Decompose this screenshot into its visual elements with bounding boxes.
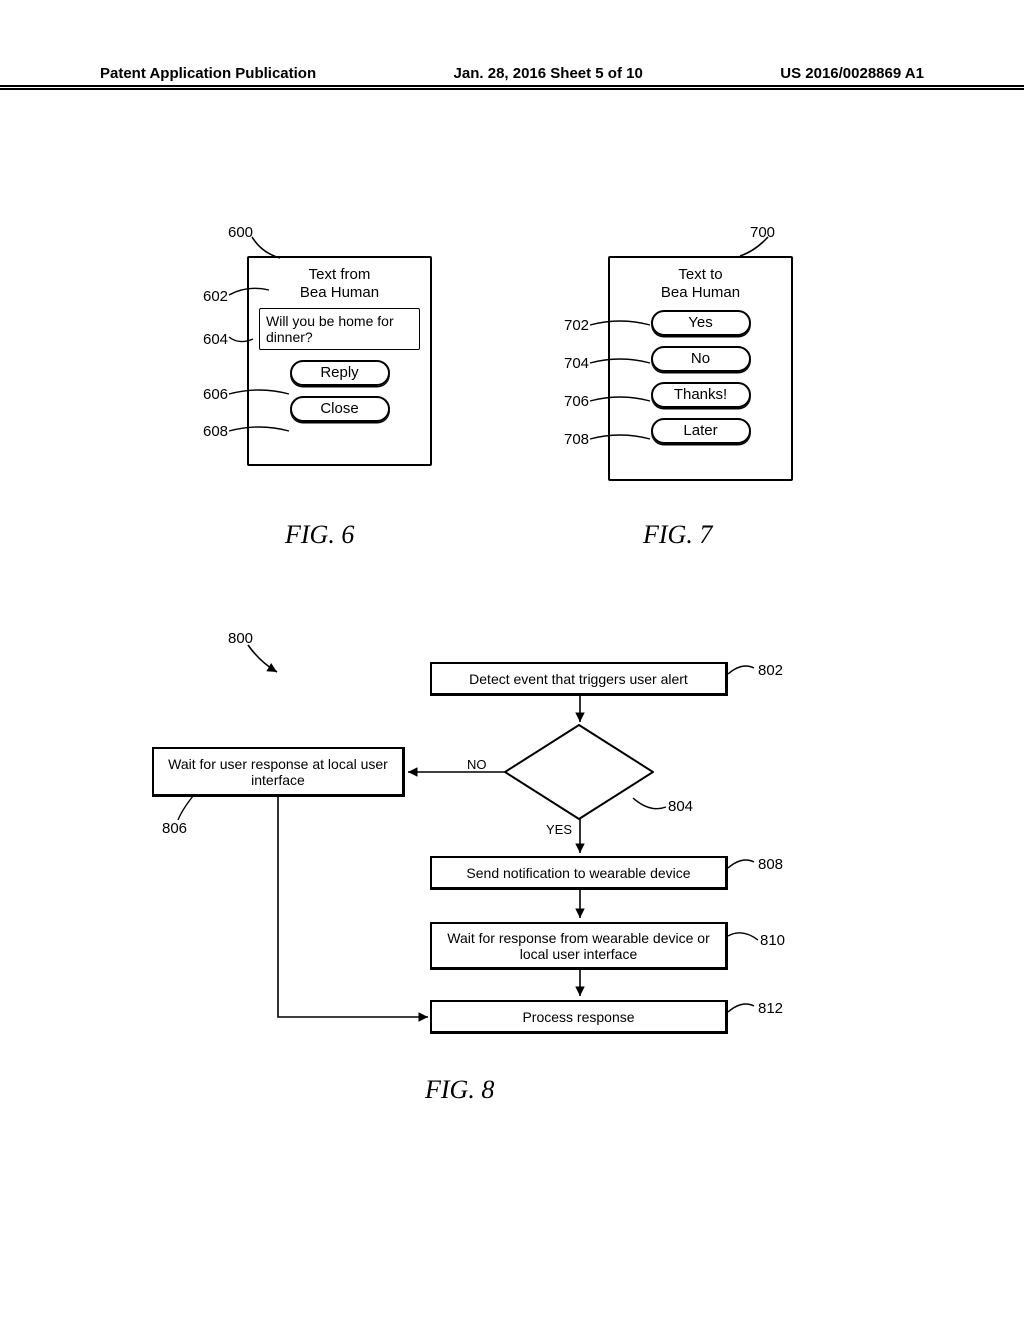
fig6-title-line2: Bea Human: [300, 284, 379, 301]
ref-706: 706: [564, 393, 589, 410]
leader-800: [245, 642, 285, 677]
page-header: Patent Application Publication Jan. 28, …: [0, 85, 1024, 90]
reply-button[interactable]: Reply: [290, 360, 390, 386]
fig6-caption: FIG. 6: [285, 520, 354, 550]
fig7-caption: FIG. 7: [643, 520, 712, 550]
ref-802: 802: [758, 662, 783, 679]
ref-604: 604: [203, 331, 228, 348]
fig7-title-line1: Text to: [678, 266, 722, 283]
leader-604: [229, 333, 253, 345]
fig6-title-line1: Text from: [309, 266, 371, 283]
ref-704: 704: [564, 355, 589, 372]
ref-808: 808: [758, 856, 783, 873]
leader-804: [630, 795, 670, 815]
arrow-no: [405, 767, 508, 777]
fig8-flowchart: 800 Detect event that triggers user aler…: [0, 630, 1024, 1190]
leader-812: [728, 1004, 758, 1022]
leader-810: [728, 930, 760, 946]
ref-600: 600: [228, 224, 253, 241]
leader-704: [590, 359, 650, 371]
leader-606: [229, 390, 289, 402]
leader-700: [740, 233, 770, 258]
thanks-button[interactable]: Thanks!: [651, 382, 751, 408]
arrow-806-812: [273, 797, 438, 1027]
leader-708: [590, 435, 650, 447]
fig8-caption: FIG. 8: [425, 1075, 494, 1105]
label-yes: YES: [546, 822, 572, 837]
ref-806: 806: [162, 820, 187, 837]
leader-702: [590, 321, 650, 333]
arrow-810-812: [575, 970, 585, 1000]
box-812: Process response: [430, 1000, 728, 1034]
yes-button[interactable]: Yes: [651, 310, 751, 336]
box-808: Send notification to wearable device: [430, 856, 728, 890]
header-left: Patent Application Publication: [100, 65, 316, 82]
box-810: Wait for response from wearable device o…: [430, 922, 728, 970]
fig7-title-line2: Bea Human: [661, 284, 740, 301]
ref-602: 602: [203, 288, 228, 305]
ref-812: 812: [758, 1000, 783, 1017]
fig6-title: Text from Bea Human: [259, 266, 420, 302]
leader-802: [728, 666, 758, 684]
later-button[interactable]: Later: [651, 418, 751, 444]
leader-808: [728, 860, 758, 878]
header-center: Jan. 28, 2016 Sheet 5 of 10: [454, 65, 643, 82]
arrow-yes: [575, 819, 585, 857]
header-right: US 2016/0028869 A1: [780, 65, 924, 82]
ref-702: 702: [564, 317, 589, 334]
no-button[interactable]: No: [651, 346, 751, 372]
leader-602: [229, 285, 269, 303]
ref-804: 804: [668, 798, 693, 815]
ref-810: 810: [760, 932, 785, 949]
arrow-802-804: [575, 696, 585, 726]
leader-806: [178, 796, 208, 822]
fig7-title: Text to Bea Human: [620, 266, 781, 302]
ref-606: 606: [203, 386, 228, 403]
box-802: Detect event that triggers user alert: [430, 662, 728, 696]
close-button[interactable]: Close: [290, 396, 390, 422]
arrow-808-810: [575, 890, 585, 922]
leader-706: [590, 397, 650, 409]
leader-608: [229, 427, 289, 439]
ref-708: 708: [564, 431, 589, 448]
fig6-message-box: Will you be home for dinner?: [259, 308, 420, 350]
box-806: Wait for user response at local user int…: [152, 747, 405, 797]
ref-608: 608: [203, 423, 228, 440]
